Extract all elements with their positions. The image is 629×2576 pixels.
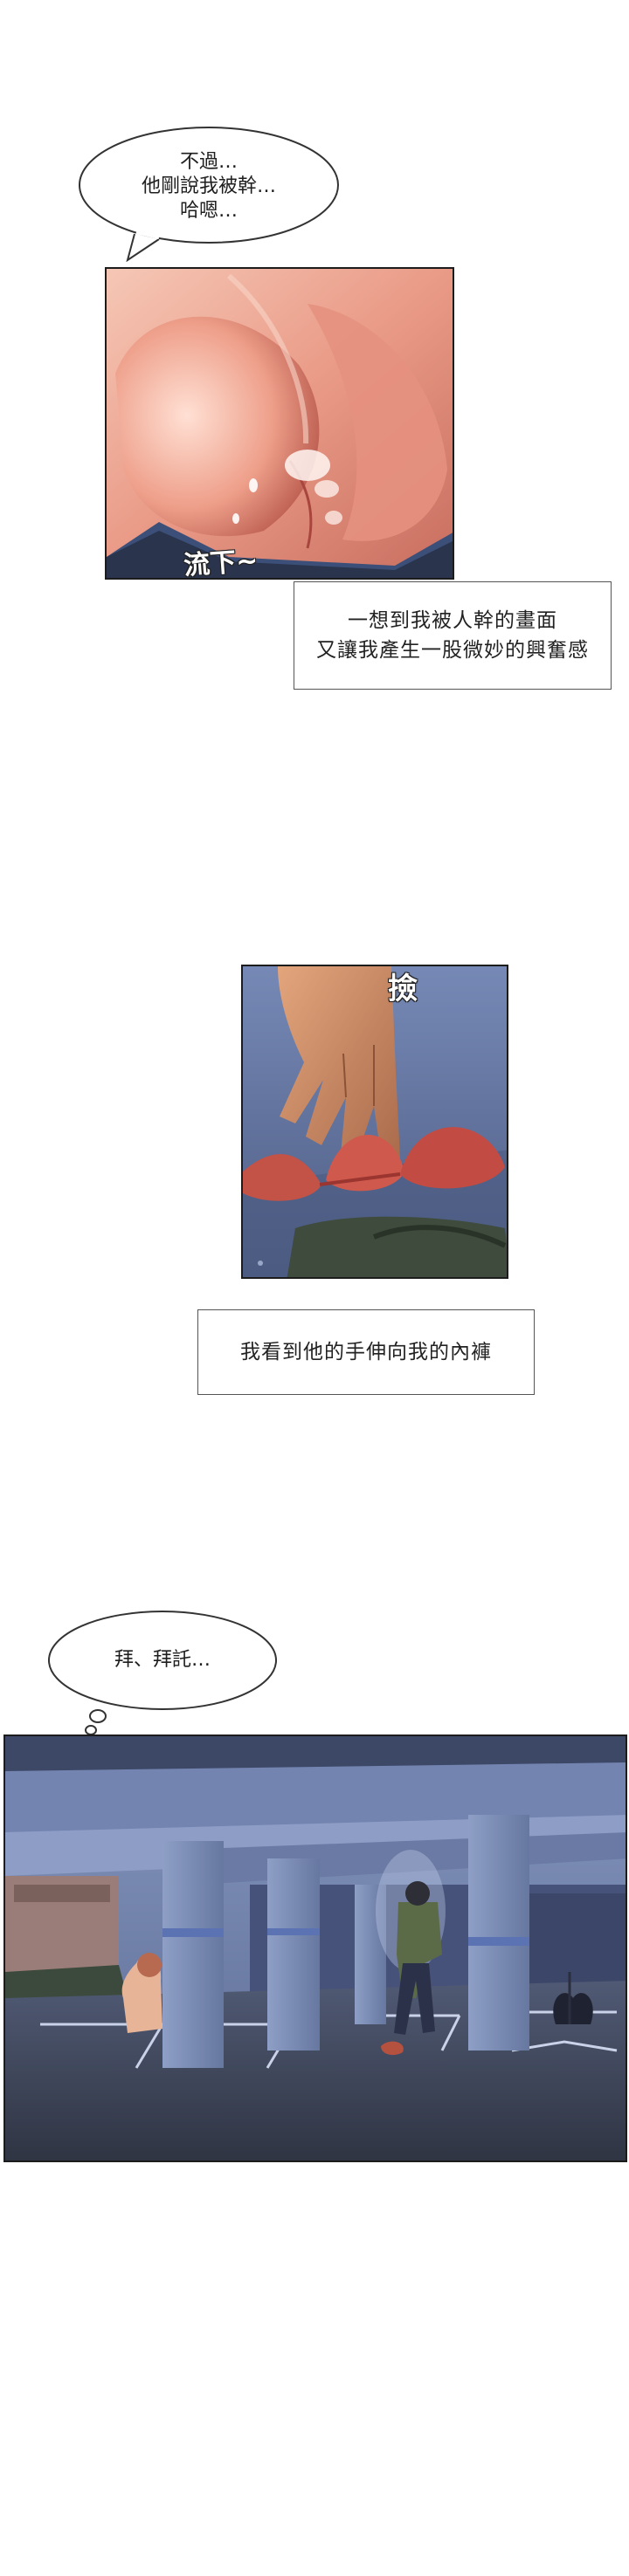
narration-line: 我看到他的手伸向我的內褲 — [240, 1341, 492, 1364]
bubble-line: 哈嗯… — [179, 200, 238, 222]
bubble-line: 不過… — [179, 151, 238, 173]
sound-effect: 撿 — [388, 972, 418, 1006]
panel-3-art — [5, 1736, 626, 2160]
speech-bubble-2: 拜、拜託… — [44, 1608, 281, 1739]
panel-2-art — [243, 966, 507, 1277]
speech-bubble-1: 不過… 他剛說我被幹… 哈嗯… — [73, 122, 344, 262]
narration-box-1: 一想到我被人幹的畫面 又讓我產生一股微妙的興奮感 — [294, 581, 612, 690]
comic-panel-3 — [3, 1735, 627, 2162]
comic-panel-2: 撿 — [241, 965, 508, 1279]
narration-line: 一想到我被人幹的畫面 — [348, 609, 557, 632]
comic-panel-1: 流下~ — [105, 267, 454, 580]
bubble-line: 他剛說我被幹… — [141, 175, 276, 197]
bubble-line: 拜、拜託… — [114, 1649, 211, 1671]
panel-1-art — [107, 269, 453, 578]
narration-line: 又讓我產生一股微妙的興奮感 — [316, 639, 589, 662]
thought-bubble-shape — [48, 1611, 277, 1735]
narration-box-2: 我看到他的手伸向我的內褲 — [197, 1309, 535, 1395]
sound-effect: 流下~ — [183, 546, 259, 580]
